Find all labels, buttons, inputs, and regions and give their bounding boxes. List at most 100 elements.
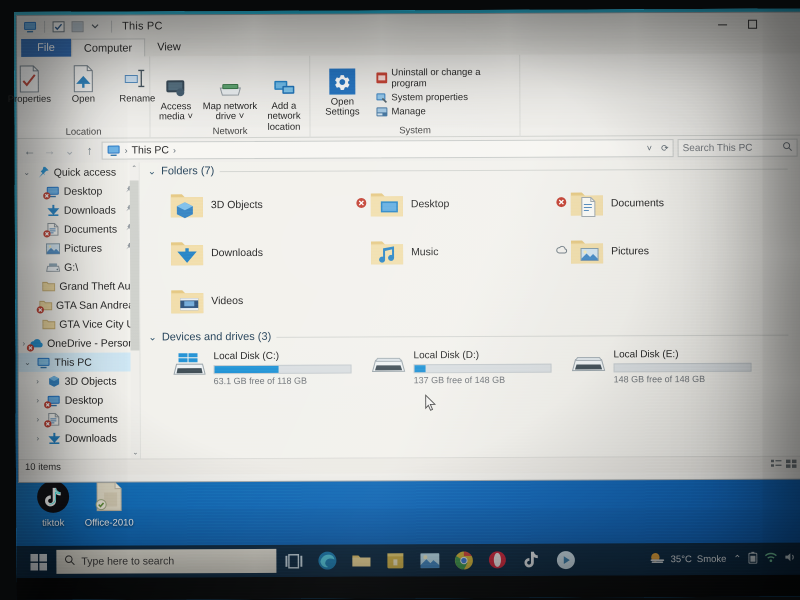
nav-item-downloads[interactable]: Downloads	[18, 200, 139, 220]
add-network-location-button[interactable]: Add a network location	[258, 67, 310, 133]
folder-tile[interactable]: Documents	[556, 179, 770, 228]
file-explorer-icon[interactable]	[344, 544, 378, 576]
refresh-icon[interactable]: ⟳	[661, 143, 669, 154]
drive-tile[interactable]: Local Disk (D:) 137 GB free of 148 GB	[370, 348, 570, 386]
properties-button[interactable]: Properties	[3, 60, 55, 105]
chevron-down-icon[interactable]: ˅	[647, 143, 652, 153]
folder-tile[interactable]: 3D Objects	[170, 180, 370, 229]
tab-file[interactable]: File	[21, 38, 71, 57]
tray-overflow-button[interactable]: ⌃	[733, 553, 741, 564]
tiktok-icon	[34, 478, 72, 516]
breadcrumb-item-this-pc[interactable]: This PC	[132, 144, 169, 156]
media-player-icon[interactable]	[548, 544, 582, 576]
weather-widget[interactable]: 35°C Smoke	[650, 550, 727, 567]
content-pane[interactable]: ⌄ Folders (7) 3D Objects Desktop Documents…	[139, 159, 800, 459]
store-icon[interactable]	[378, 544, 412, 576]
folder-tile[interactable]: Downloads	[170, 228, 370, 277]
map-network-drive-button[interactable]: Map network drive ˅	[203, 67, 257, 133]
documents-icon	[44, 412, 61, 428]
expand-twisty-icon[interactable]: ›	[33, 434, 43, 443]
drive-tile[interactable]: Local Disk (C:) 63.1 GB free of 118 GB	[170, 348, 370, 386]
recent-locations-button[interactable]: ⌄	[62, 143, 78, 159]
nav-scroll-thumb[interactable]	[129, 180, 140, 351]
scroll-up-button[interactable]: ⌃	[129, 162, 139, 175]
properties-label: Properties	[7, 93, 52, 106]
task-view-icon[interactable]	[276, 545, 310, 577]
start-icon[interactable]	[20, 546, 56, 578]
expand-twisty-icon[interactable]: ⌄	[23, 358, 33, 367]
taskbar-search-input[interactable]: Type here to search	[56, 548, 277, 574]
nav-item-gta-vice-city-us[interactable]: GTA Vice City Us	[18, 314, 139, 334]
expand-twisty-icon[interactable]: ⌄	[22, 168, 32, 177]
open-settings-button[interactable]: Open Settings	[316, 62, 368, 118]
chrome-icon[interactable]	[446, 544, 480, 576]
nav-item-quick-access[interactable]: ⌄ Quick access	[18, 162, 139, 182]
nav-item-g[interactable]: G:\	[18, 257, 139, 277]
open-button[interactable]: Open	[57, 60, 109, 105]
close-button[interactable]	[767, 13, 797, 35]
drive-tile[interactable]: Local Disk (E:) 148 GB free of 148 GB	[570, 347, 770, 385]
breadcrumb[interactable]: › This PC › ˅ ⟳	[101, 139, 674, 160]
nav-item-desktop[interactable]: › Desktop	[19, 390, 140, 410]
nav-item-downloads[interactable]: › Downloads	[19, 428, 140, 448]
tab-computer[interactable]: Computer	[70, 38, 146, 57]
navigation-pane[interactable]: ⌄ Quick access Desktop Downloads Documents Pi…	[17, 162, 141, 459]
edge-icon[interactable]	[310, 545, 344, 577]
search-icon	[64, 555, 75, 569]
nav-item-label: OneDrive - Personal	[47, 336, 141, 350]
nav-item-pictures[interactable]: Pictures	[18, 238, 139, 258]
expand-twisty-icon[interactable]: ›	[33, 396, 43, 405]
volume-icon[interactable]	[784, 552, 796, 566]
nav-item-gta-san-andreas[interactable]: GTA San Andreas	[18, 295, 139, 315]
nav-item-desktop[interactable]: Desktop	[18, 181, 139, 201]
nav-item-documents[interactable]: › Documents	[19, 409, 140, 429]
tiktok-icon[interactable]	[514, 544, 548, 576]
folder-icon	[42, 318, 56, 331]
office-2010-icon	[90, 478, 128, 516]
forward-button[interactable]: →	[42, 143, 58, 159]
large-icons-view-icon[interactable]	[785, 458, 797, 470]
nav-item-label: Documents	[64, 413, 118, 426]
nav-item-3d-objects[interactable]: › 3D Objects	[19, 371, 140, 391]
folder-tile[interactable]: Desktop	[356, 180, 570, 229]
nav-item-grand-theft-auto[interactable]: Grand Theft Auto	[18, 276, 139, 296]
opera-icon[interactable]	[480, 544, 514, 576]
chevron-down-icon[interactable]: ⌄	[148, 332, 156, 343]
customize-dropdown-icon[interactable]	[90, 21, 104, 33]
battery-icon[interactable]	[748, 551, 758, 566]
address-bar: ← → ⌄ ↑ › This PC › ˅ ⟳ Search This PC	[17, 135, 800, 163]
minimize-button[interactable]	[707, 13, 737, 35]
chevron-down-icon[interactable]: ⌄	[148, 166, 156, 177]
uninstall-program-item[interactable]: Uninstall or change a program	[376, 67, 513, 90]
photos-icon[interactable]	[412, 544, 446, 576]
expand-twisty-icon[interactable]: ›	[33, 415, 43, 424]
access-media-button[interactable]: Access media ˅	[150, 67, 202, 133]
folder-tile[interactable]: Videos	[170, 276, 370, 325]
folder-tile[interactable]: Music	[370, 228, 570, 277]
new-folder-icon[interactable]	[71, 21, 85, 33]
window-controls	[707, 13, 797, 35]
this-pc-icon[interactable]	[23, 21, 37, 33]
up-button[interactable]: ↑	[82, 143, 98, 159]
details-view-icon[interactable]	[770, 458, 782, 470]
breadcrumb-separator-2[interactable]: ›	[173, 145, 176, 155]
nav-item-this-pc[interactable]: ⌄ This PC	[18, 352, 140, 372]
back-button[interactable]: ←	[22, 143, 38, 159]
nav-item-onedrive-personal[interactable]: › OneDrive - Personal	[18, 333, 141, 353]
network-icon[interactable]	[764, 552, 777, 566]
folder-tile[interactable]: Pictures	[556, 227, 770, 276]
desktop-icon-office-2010[interactable]: Office-2010	[76, 477, 142, 529]
folder-label: Pictures	[611, 245, 650, 258]
tab-view[interactable]: View	[145, 38, 193, 56]
expand-twisty-icon[interactable]: ›	[33, 377, 43, 386]
system-properties-item[interactable]: System properties	[376, 92, 513, 104]
manage-item[interactable]: Manage	[376, 106, 513, 118]
scroll-down-button[interactable]: ⌄	[130, 446, 140, 459]
maximize-button[interactable]	[737, 13, 767, 35]
properties-check-icon[interactable]	[52, 21, 66, 33]
nav-item-documents[interactable]: Documents	[18, 219, 139, 239]
search-input[interactable]: Search This PC	[677, 138, 798, 158]
folder-pictures-icon	[556, 234, 604, 268]
expand-twisty-icon[interactable]: ›	[22, 339, 25, 348]
nav-scrollbar[interactable]: ⌃ ⌄	[129, 162, 140, 459]
